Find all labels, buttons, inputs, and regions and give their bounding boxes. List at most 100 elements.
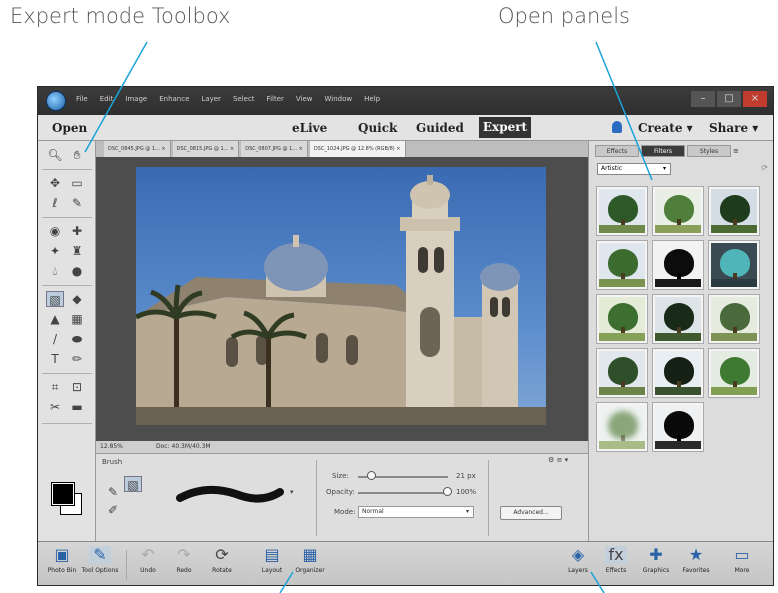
spot-healing-tool-icon[interactable]: ✚: [68, 223, 86, 239]
mode-bar: Open eLive Quick Guided Expert Create ▾ …: [38, 115, 773, 141]
close-icon[interactable]: ×: [743, 91, 767, 107]
doc-tab-active[interactable]: DSC_1024.JPG @ 12.8% (RGB/8) ×: [309, 141, 406, 157]
maximize-icon[interactable]: □: [717, 91, 741, 107]
blend-mode-select[interactable]: Normal ▾: [358, 506, 474, 518]
opacity-slider-knob[interactable]: [443, 487, 452, 496]
marquee-tool-icon[interactable]: ▭: [68, 175, 86, 191]
create-button[interactable]: Create ▾: [638, 121, 693, 135]
tab-quick[interactable]: Quick: [358, 121, 397, 135]
rotate-button[interactable]: ⟳ Rotate: [202, 546, 242, 575]
undo-button[interactable]: ↶ Undo: [128, 546, 168, 575]
menu-image[interactable]: Image: [125, 95, 147, 103]
menu-help[interactable]: Help: [364, 95, 380, 103]
move-tool-icon[interactable]: ✥: [46, 175, 64, 191]
filter-thumbnail[interactable]: [653, 403, 703, 451]
favorites-button[interactable]: ★ Favorites: [676, 546, 716, 575]
color-replacement-brush-icon[interactable]: ✐: [104, 502, 122, 518]
tab-elive[interactable]: eLive: [292, 121, 327, 135]
brush-dropdown-icon[interactable]: ▾: [290, 488, 294, 496]
menu-view[interactable]: View: [296, 95, 313, 103]
filter-thumbnail[interactable]: [597, 349, 647, 397]
redo-button[interactable]: ↷ Redo: [164, 546, 204, 575]
filter-thumbnail[interactable]: [653, 187, 703, 235]
open-button[interactable]: Open: [52, 121, 87, 135]
paint-bucket-tool-icon[interactable]: ▲: [46, 311, 64, 327]
layout-button[interactable]: ▤ Layout: [252, 546, 292, 575]
menu-edit[interactable]: Edit: [100, 95, 114, 103]
content-aware-move-tool-icon[interactable]: ✂︎: [46, 399, 64, 415]
opacity-value[interactable]: 100%: [456, 488, 476, 496]
filter-thumbnail[interactable]: [597, 241, 647, 289]
menu-enhance[interactable]: Enhance: [159, 95, 189, 103]
notification-bell-icon[interactable]: [612, 121, 622, 133]
brush-preset-icon[interactable]: ✎: [104, 484, 122, 500]
photo-bin-button[interactable]: ▣ Photo Bin: [42, 546, 82, 575]
tab-expert[interactable]: Expert: [479, 117, 531, 138]
minimize-icon[interactable]: –: [691, 91, 715, 107]
share-button[interactable]: Share ▾: [709, 121, 758, 135]
effects-button[interactable]: fx Effects: [596, 546, 636, 574]
layers-button[interactable]: ◈ Layers: [558, 546, 598, 575]
zoom-readout[interactable]: 12.85%: [100, 441, 123, 453]
graphics-button[interactable]: ✚ Graphics: [636, 546, 676, 575]
eraser-tool-icon[interactable]: ◆: [68, 291, 86, 307]
doc-size-readout[interactable]: Doc: 40.3M/40.3M: [156, 441, 211, 453]
pencil-tool-icon[interactable]: ✏︎: [68, 351, 86, 367]
filter-thumbnail[interactable]: [709, 241, 759, 289]
gradient-tool-icon[interactable]: ▦: [68, 311, 86, 327]
filter-thumbnail[interactable]: [597, 403, 647, 451]
refresh-icon[interactable]: ⟳: [761, 163, 768, 172]
foreground-color-swatch[interactable]: [52, 483, 74, 505]
tab-filters[interactable]: Filters: [641, 145, 685, 157]
filter-category-select[interactable]: Artistic ▾: [597, 163, 671, 175]
filter-thumbnail[interactable]: [597, 187, 647, 235]
options-menu-icon[interactable]: ⚙ ≡ ▾: [548, 456, 568, 464]
crop-tool-icon[interactable]: ⌗: [46, 379, 64, 395]
clone-stamp-tool-icon[interactable]: ♜: [68, 243, 86, 259]
panel-menu-icon[interactable]: ≡: [733, 145, 739, 157]
opacity-slider[interactable]: [358, 492, 448, 494]
hand-tool-icon[interactable]: ✋︎: [68, 147, 86, 163]
lasso-tool-icon[interactable]: ℓ: [46, 195, 64, 211]
brush-tool-icon[interactable]: ▧: [46, 291, 64, 307]
shape-tool-icon[interactable]: ⬬: [68, 331, 86, 347]
size-value[interactable]: 21 px: [456, 472, 476, 480]
tab-effects[interactable]: Effects: [595, 145, 639, 157]
filter-thumbnail[interactable]: [709, 349, 759, 397]
more-button[interactable]: ▭ More: [722, 546, 762, 575]
sponge-tool-icon[interactable]: ●: [68, 263, 86, 279]
filter-thumbnail[interactable]: [653, 349, 703, 397]
eyedropper-tool-icon[interactable]: /: [46, 331, 64, 347]
tool-options-button[interactable]: ✎ Tool Options: [80, 546, 120, 575]
impressionist-brush-icon[interactable]: ▧: [124, 476, 142, 492]
menu-select[interactable]: Select: [233, 95, 255, 103]
filter-thumbnail[interactable]: [709, 295, 759, 343]
straighten-tool-icon[interactable]: ▬: [68, 399, 86, 415]
advanced-button[interactable]: Advanced...: [500, 506, 562, 520]
organizer-button[interactable]: ▦ Organizer: [290, 546, 330, 575]
filter-thumbnail[interactable]: [597, 295, 647, 343]
filter-thumbnail[interactable]: [653, 241, 703, 289]
type-tool-icon[interactable]: T: [46, 351, 64, 367]
zoom-tool-icon[interactable]: 🔍︎: [46, 147, 64, 163]
tab-guided[interactable]: Guided: [416, 121, 464, 135]
tab-styles[interactable]: Styles: [687, 145, 731, 157]
filter-thumbnail[interactable]: [709, 187, 759, 235]
menu-layer[interactable]: Layer: [201, 95, 221, 103]
size-slider-knob[interactable]: [366, 471, 376, 480]
red-eye-tool-icon[interactable]: ◉: [46, 223, 64, 239]
doc-tab[interactable]: DSC_0815.JPG @ 1... ×: [172, 141, 240, 157]
elements-window: File Edit Image Enhance Layer Select Fil…: [37, 86, 774, 586]
quick-selection-tool-icon[interactable]: ✎: [68, 195, 86, 211]
doc-tab[interactable]: DSC_0845.JPG @ 1... ×: [104, 141, 171, 157]
filter-thumbnail[interactable]: [653, 295, 703, 343]
blur-tool-icon[interactable]: 💧︎: [46, 263, 64, 279]
doc-tab[interactable]: DSC_0807.JPG @ 1... ×: [241, 141, 308, 157]
recompose-tool-icon[interactable]: ⊡: [68, 379, 86, 395]
menu-window[interactable]: Window: [325, 95, 353, 103]
brush-stroke-preview[interactable]: [176, 482, 286, 508]
menu-file[interactable]: File: [76, 95, 88, 103]
image-canvas[interactable]: [96, 157, 588, 441]
smart-brush-tool-icon[interactable]: ✦: [46, 243, 64, 259]
menu-filter[interactable]: Filter: [267, 95, 284, 103]
